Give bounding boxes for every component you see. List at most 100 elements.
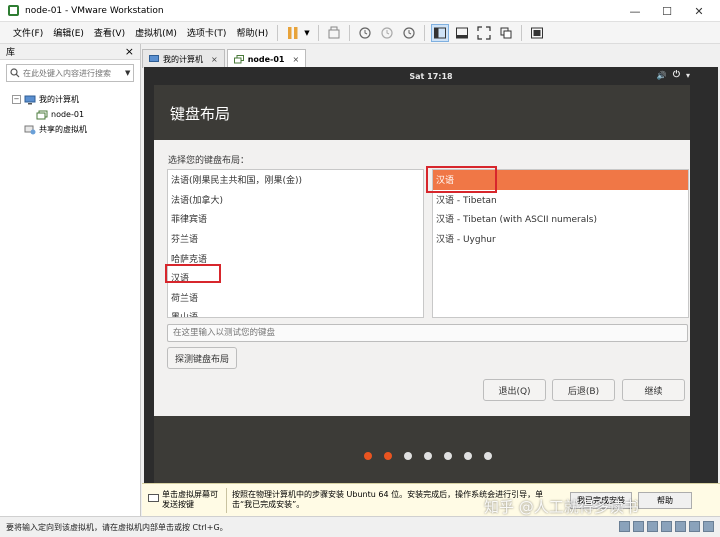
progress-dot-complete: [364, 452, 372, 460]
computer-icon: [24, 95, 36, 104]
continue-button[interactable]: 继续: [622, 379, 685, 401]
minimize-button[interactable]: —: [620, 0, 650, 22]
tab-label: 我的计算机: [163, 54, 203, 64]
thumbnail-bar-icon[interactable]: [453, 24, 471, 42]
computer-icon: [149, 54, 159, 62]
device-icons: [619, 521, 714, 532]
tab-close-icon[interactable]: ×: [293, 55, 300, 64]
library-title: 库: [6, 48, 16, 58]
vmware-app-icon: [8, 5, 19, 16]
toolbar-separator: [348, 24, 350, 41]
page-title: 键盘布局: [170, 105, 231, 123]
installer-footer: [154, 416, 690, 489]
quit-button[interactable]: 退出(Q): [483, 379, 546, 401]
library-tree: − 我的计算机 node-01 共享的虚拟机: [0, 86, 140, 137]
menu-vm[interactable]: 虚拟机(M): [130, 26, 182, 39]
tab-label: node-01: [247, 54, 285, 64]
menu-help[interactable]: 帮助(H): [231, 26, 273, 39]
pause-icon[interactable]: [284, 24, 302, 42]
list-item[interactable]: 菲律宾语: [168, 209, 423, 229]
network-icon[interactable]: [647, 521, 658, 532]
menu-bar: 文件(F) 编辑(E) 查看(V) 虚拟机(M) 选项卡(T) 帮助(H) ▼: [0, 22, 720, 44]
tray-menu-icon[interactable]: ▾: [686, 71, 690, 80]
menu-view[interactable]: 查看(V): [89, 26, 130, 39]
library-search-box[interactable]: ▼: [6, 64, 134, 82]
progress-dot: [424, 452, 432, 460]
list-item[interactable]: 荷兰语: [168, 288, 423, 308]
toolbar-separator: [317, 24, 319, 41]
menu-tabs[interactable]: 选项卡(T): [182, 26, 232, 39]
cdrom-icon[interactable]: [633, 521, 644, 532]
search-icon: [7, 68, 23, 78]
usb-icon[interactable]: [661, 521, 672, 532]
toolbar-separator: [520, 24, 522, 41]
shared-vm-icon: [24, 125, 36, 134]
vm-icon: [36, 110, 48, 119]
window-title: node-01 - VMware Workstation: [25, 5, 164, 16]
help-button[interactable]: 帮助: [638, 492, 692, 509]
tree-item-my-computer[interactable]: − 我的计算机: [12, 92, 140, 107]
list-item[interactable]: 法语(刚果民主共和国，刚果(金)): [168, 170, 423, 190]
highlight-box-left: [165, 264, 221, 283]
vm-screen[interactable]: Sat 17:18 🔊 ⏻ ▾ 键盘布局 选择您的键盘布局： 法语(刚果民主共和…: [144, 67, 718, 489]
back-button[interactable]: 后退(B): [552, 379, 615, 401]
tree-item-node-01[interactable]: node-01: [12, 107, 140, 122]
layout-language-list[interactable]: 法语(刚果民主共和国，刚果(金)) 法语(加拿大) 菲律宾语 芬兰语 哈萨克语 …: [167, 169, 424, 318]
sound-icon[interactable]: [675, 521, 686, 532]
progress-dot-complete: [384, 452, 392, 460]
snapshot-icon[interactable]: [356, 24, 374, 42]
send-keys-icon[interactable]: [325, 24, 343, 42]
message-icon[interactable]: [703, 521, 714, 532]
installer-window: 键盘布局 选择您的键盘布局： 法语(刚果民主共和国，刚果(金)) 法语(加拿大)…: [154, 85, 690, 489]
tab-close-icon[interactable]: ×: [211, 55, 218, 64]
tree-label: 共享的虚拟机: [39, 125, 87, 134]
pause-dropdown-icon[interactable]: ▼: [304, 29, 309, 37]
tree-label: node-01: [51, 110, 85, 119]
snapshot-manager-icon[interactable]: [400, 24, 418, 42]
list-item[interactable]: 黑山语: [168, 307, 423, 317]
library-close-icon[interactable]: ×: [125, 45, 134, 58]
list-item[interactable]: 法语(加拿大): [168, 190, 423, 210]
title-bar: node-01 - VMware Workstation — ☐ ✕: [0, 0, 720, 22]
status-text: 要将输入定向到该虚拟机，请在虚拟机内部单击或按 Ctrl+G。: [6, 522, 228, 532]
list-item[interactable]: 汉语 - Tibetan (with ASCII numerals): [433, 209, 688, 229]
collapse-icon[interactable]: −: [12, 95, 21, 104]
status-bar: 要将输入定向到该虚拟机，请在虚拟机内部单击或按 Ctrl+G。: [0, 516, 720, 537]
fullscreen-icon[interactable]: [475, 24, 493, 42]
toolbar-separator: [423, 24, 425, 41]
library-header: 库 ×: [0, 44, 140, 60]
display-icon[interactable]: [689, 521, 700, 532]
ubuntu-top-bar: Sat 17:18 🔊 ⏻ ▾: [144, 67, 718, 85]
system-tray[interactable]: 🔊 ⏻ ▾: [657, 70, 690, 80]
library-search-input[interactable]: [23, 68, 123, 78]
hint-click-screen: 单击虚拟屏幕可发送按键: [162, 490, 218, 509]
progress-dot: [444, 452, 452, 460]
tree-label: 我的计算机: [39, 95, 79, 104]
tab-my-computer[interactable]: 我的计算机 ×: [142, 49, 225, 68]
vm-icon: [233, 54, 244, 63]
maximize-button[interactable]: ☐: [652, 0, 682, 22]
hint-separator: [226, 488, 227, 513]
menu-edit[interactable]: 编辑(E): [48, 26, 89, 39]
unity-mode-icon[interactable]: [497, 24, 515, 42]
volume-icon[interactable]: 🔊: [657, 71, 667, 80]
tree-item-shared-vms[interactable]: 共享的虚拟机: [12, 122, 140, 137]
search-dropdown-icon[interactable]: ▼: [125, 69, 130, 77]
clock[interactable]: Sat 17:18: [409, 72, 452, 81]
show-library-icon[interactable]: [430, 23, 449, 42]
console-view-icon[interactable]: [528, 24, 546, 42]
close-button[interactable]: ✕: [684, 0, 714, 22]
list-item[interactable]: 芬兰语: [168, 229, 423, 249]
detect-layout-button[interactable]: 探测键盘布局: [167, 347, 237, 369]
power-icon[interactable]: ⏻: [673, 70, 680, 80]
progress-dot: [484, 452, 492, 460]
progress-dot: [464, 452, 472, 460]
keyboard-icon: [148, 494, 159, 502]
tab-node-01[interactable]: node-01 ×: [226, 49, 307, 68]
revert-snapshot-icon[interactable]: [378, 24, 396, 42]
hdd-icon[interactable]: [619, 521, 630, 532]
tab-strip: 我的计算机 × node-01 ×: [142, 48, 720, 68]
keyboard-test-input[interactable]: [167, 324, 688, 342]
list-item[interactable]: 汉语 - Uyghur: [433, 229, 688, 249]
menu-file[interactable]: 文件(F): [8, 26, 48, 39]
